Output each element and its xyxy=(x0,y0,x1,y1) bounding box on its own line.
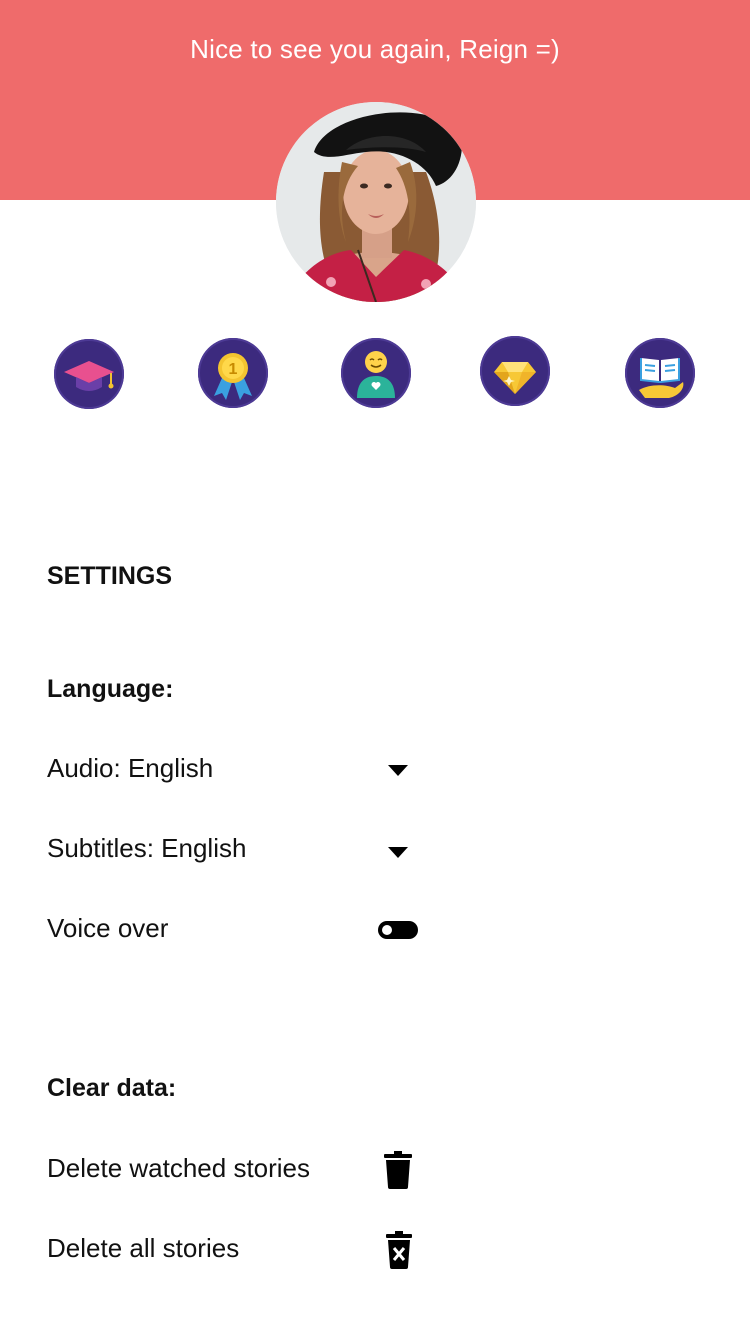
language-heading: Language: xyxy=(47,675,174,703)
delete-watched-button[interactable] xyxy=(384,1151,412,1194)
graduation-cap-icon xyxy=(64,361,114,391)
badge-reading[interactable] xyxy=(625,338,695,408)
badge-diamond[interactable] xyxy=(480,336,550,406)
delete-all-label: Delete all stories xyxy=(47,1233,240,1263)
profile-photo xyxy=(276,102,476,302)
subtitles-dropdown-caret-icon[interactable] xyxy=(388,847,408,858)
voice-over-label: Voice over xyxy=(47,913,169,943)
badge-graduation[interactable] xyxy=(54,339,124,409)
badge-first-place[interactable]: 1 xyxy=(198,338,268,408)
trash-x-icon xyxy=(386,1231,412,1269)
badge-happy-person[interactable] xyxy=(341,338,411,408)
profile-settings-screen: Nice to see you again, Reign =) 1 SETTIN… xyxy=(0,0,750,1329)
greeting-text: Nice to see you again, Reign =) xyxy=(190,34,560,64)
settings-title: SETTINGS xyxy=(47,562,173,590)
delete-all-button[interactable] xyxy=(386,1231,412,1274)
svg-text:1: 1 xyxy=(229,361,238,378)
first-place-medal-icon: 1 xyxy=(214,353,252,400)
clear-data-heading: Clear data: xyxy=(47,1074,177,1102)
voice-over-toggle[interactable] xyxy=(378,921,418,939)
avatar[interactable] xyxy=(276,102,476,302)
open-book-hand-icon xyxy=(639,358,684,398)
audio-dropdown-caret-icon[interactable] xyxy=(388,765,408,776)
trash-icon xyxy=(384,1151,412,1189)
subtitles-language-label[interactable]: Subtitles: English xyxy=(47,833,246,864)
toggle-knob xyxy=(382,925,392,935)
delete-watched-label: Delete watched stories xyxy=(47,1153,311,1183)
audio-language-label[interactable]: Audio: English xyxy=(47,753,213,784)
diamond-icon xyxy=(494,362,536,394)
happy-person-heart-icon xyxy=(357,351,395,398)
